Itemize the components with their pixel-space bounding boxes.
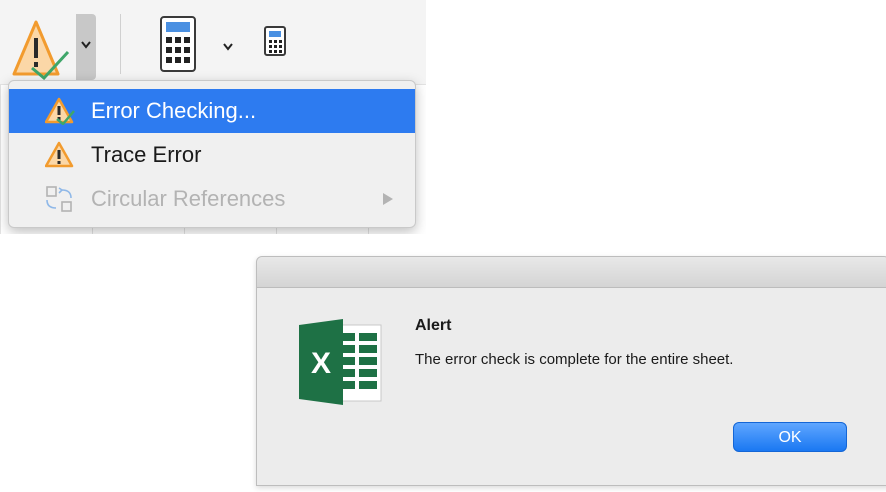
calculator-icon: [160, 16, 196, 72]
menu-item-label: Error Checking...: [91, 98, 257, 123]
chevron-down-icon: [223, 43, 233, 51]
warning-icon: [45, 141, 74, 168]
error-checking-dropdown-toggle[interactable]: [76, 14, 96, 80]
menu-item-label: Trace Error: [91, 142, 202, 167]
ribbon-area: Error Checking... Trace Error Circular R…: [0, 0, 426, 234]
menu-item-circular-references[interactable]: Circular References: [9, 177, 415, 221]
calculate-now-button[interactable]: [264, 26, 286, 56]
dialog-titlebar: [257, 257, 886, 288]
alert-message: The error check is complete for the enti…: [415, 351, 734, 368]
menu-item-trace-error[interactable]: Trace Error: [9, 133, 415, 177]
excel-icon: X: [299, 319, 382, 405]
svg-text:X: X: [311, 347, 331, 380]
calculation-options-button[interactable]: [160, 16, 250, 76]
alert-dialog: X Alert The error check is complete for …: [256, 256, 886, 486]
small-calculator-icon: [264, 26, 286, 56]
chevron-down-icon: [81, 41, 91, 49]
alert-title: Alert: [415, 317, 452, 334]
error-checking-menu: Error Checking... Trace Error Circular R…: [8, 80, 416, 228]
circular-references-icon: [46, 186, 72, 212]
menu-item-label: Circular References: [91, 186, 286, 211]
submenu-arrow-icon: [383, 193, 393, 205]
ok-button[interactable]: OK: [733, 422, 847, 452]
error-checking-split-button[interactable]: [10, 14, 96, 81]
warning-check-icon[interactable]: [10, 14, 72, 81]
menu-item-error-checking[interactable]: Error Checking...: [9, 89, 415, 133]
error-checking-icon: [45, 97, 75, 125]
ribbon-separator: [120, 14, 121, 74]
